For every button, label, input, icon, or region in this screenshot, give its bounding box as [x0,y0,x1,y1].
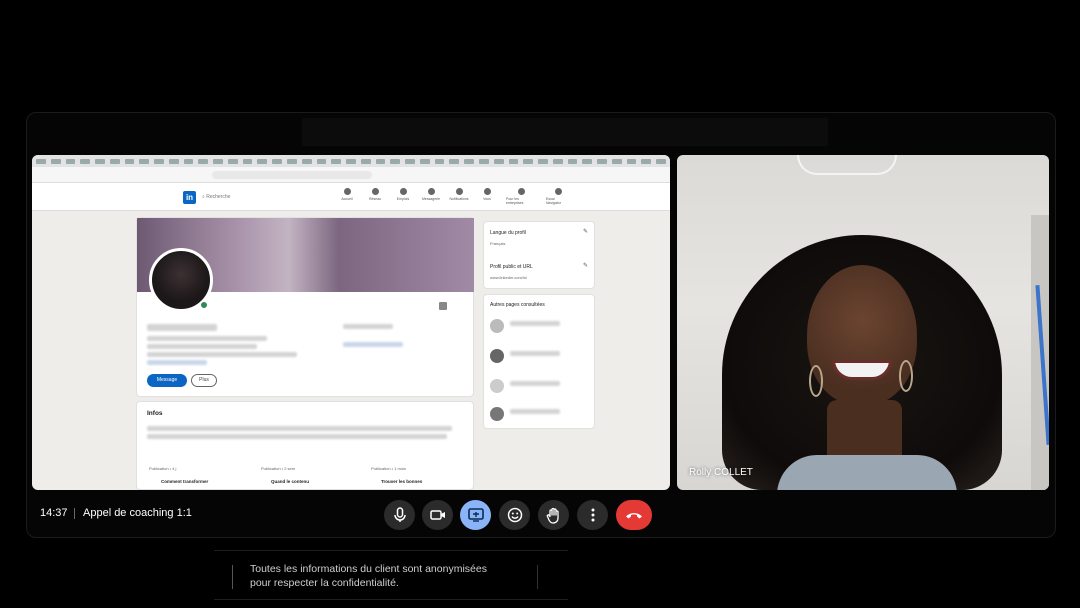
about-text-blurred-2 [147,434,447,439]
camera-edit-icon[interactable] [439,302,447,310]
search-placeholder: Recherche [206,194,231,200]
about-card: Infos Publication • 4 j Comment transfor… [136,401,474,490]
blurred-name [510,351,560,356]
present-button[interactable] [460,500,491,530]
nav-network[interactable]: Réseau [366,188,384,205]
nav-navigator[interactable]: Essai Navigator [546,188,570,205]
nav-home[interactable]: Accueil [338,188,356,205]
messaging-icon [427,188,435,195]
divider [74,508,75,519]
online-status-dot [199,300,209,310]
other-pages-card: Autres pages consultées [483,294,595,429]
linkedin-navbar: in ⌕ Recherche Accueil Réseau Emplois Me… [32,183,670,211]
earring-left [809,365,823,397]
browser-tab-strip [32,155,670,167]
nav-jobs[interactable]: Emplois [394,188,412,205]
post-meta-3: Publication • 1 mois [371,466,406,471]
language-value: Français [490,241,506,246]
about-title: Infos [147,410,163,417]
call-title: Appel de coaching 1:1 [83,507,192,519]
camera-button[interactable] [422,500,453,530]
emoji-icon [507,507,522,523]
public-profile-title: Profil public et URL [490,264,533,270]
more-button[interactable]: Plus [191,374,217,387]
earring-right [899,360,913,392]
mic-button[interactable] [384,500,415,530]
meeting-window: in ⌕ Recherche Accueil Réseau Emplois Me… [0,0,1080,608]
linkedin-search[interactable]: ⌕ Recherche [202,191,230,204]
avatar[interactable] [490,407,504,421]
mic-icon [393,507,406,522]
profile-headline-blurred [147,336,267,341]
network-icon [371,188,379,195]
profile-card: Message Plus [136,217,474,397]
profile-settings-card: Langue du profil Français ✎ Profil publi… [483,221,595,289]
post-meta-2: Publication • 2 sem [261,466,296,471]
browser-address-bar[interactable] [32,167,670,183]
blurred-name [510,381,560,386]
grid-icon [517,188,525,195]
profile-company-blurred [343,324,393,329]
present-icon [467,508,484,522]
avatar[interactable] [490,319,504,333]
profile-name-blurred [147,324,217,331]
hand-icon [546,507,559,524]
url-field[interactable] [212,171,372,179]
avatar-icon [483,188,491,195]
post-title-3[interactable]: Trouver les bonnes [381,479,422,484]
avatar[interactable] [490,349,504,363]
nav-business[interactable]: Pour les entreprises [506,188,536,205]
notice-line-2: pour respecter la confidentialité. [250,577,399,589]
participant-shirt [777,455,957,490]
linkedin-logo[interactable]: in [183,191,196,204]
avatar[interactable] [490,379,504,393]
privacy-notice: Toutes les informations du client sont a… [214,550,568,600]
pencil-icon[interactable]: ✎ [583,228,588,235]
notice-bar [232,565,233,589]
blurred-name [510,321,560,326]
blurred-name [510,409,560,414]
shared-screen: in ⌕ Recherche Accueil Réseau Emplois Me… [32,155,670,490]
nav-notifications[interactable]: Notifications [449,188,469,205]
jobs-icon [399,188,407,195]
profile-school-blurred [343,342,403,347]
language-title: Langue du profil [490,230,526,236]
hangup-icon [626,513,642,519]
call-clock: 14:37 [40,507,68,519]
bell-icon [455,188,463,195]
participant-name: Rolly COLLET [689,467,753,478]
more-options-button[interactable] [577,500,608,530]
about-text-blurred [147,426,452,431]
participant-video: Rolly COLLET [677,155,1049,490]
pencil-icon[interactable]: ✎ [583,262,588,269]
camera-icon [429,510,445,520]
post-title-2[interactable]: Quand le contenu [271,479,309,484]
notice-line-1: Toutes les informations du client sont a… [250,563,487,575]
message-button[interactable]: Message [147,374,187,387]
profile-contact-blurred [147,360,207,365]
post-title-1[interactable]: Comment transformer [161,479,208,484]
more-vert-icon [591,508,594,522]
reactions-button[interactable] [499,500,530,530]
ceiling-lamp [797,155,897,175]
profile-headline-blurred-2 [147,344,257,349]
compass-icon [554,188,562,195]
home-icon [343,188,351,195]
top-strip [302,118,828,146]
leave-call-button[interactable] [616,500,652,530]
other-pages-title: Autres pages consultées [490,302,545,308]
raise-hand-button[interactable] [538,500,569,530]
notice-bar-right [537,565,538,589]
linkedin-nav-items: Accueil Réseau Emplois Messagerie Notifi… [338,188,570,205]
nav-messaging[interactable]: Messagerie [422,188,440,205]
nav-me[interactable]: Vous [478,188,496,205]
profile-location-blurred [147,352,297,357]
post-meta-1: Publication • 4 j [149,466,177,471]
public-profile-url[interactable]: www.linkedin.com/in/ [490,275,527,280]
